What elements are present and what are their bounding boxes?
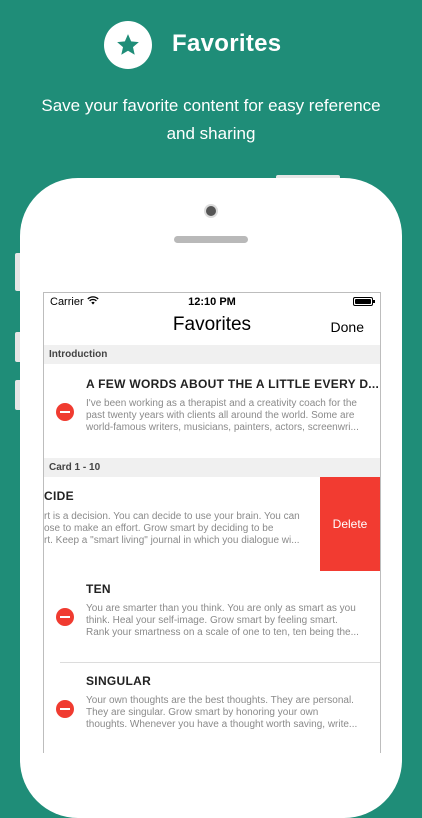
row-body: rt is a decision. You can decide to use … <box>44 511 314 547</box>
row-body-line: thoughts. Whenever you have a thought wo… <box>86 719 358 730</box>
row-body-line: think. Heal your self-image. Grow smart … <box>86 615 338 626</box>
promo-subtitle: Save your favorite content for easy refe… <box>20 92 402 148</box>
row-body-line: past twenty years with clients all aroun… <box>86 410 355 421</box>
row-body: You are smarter than you think. You are … <box>86 603 376 639</box>
row-title: SINGULAR <box>86 674 152 688</box>
status-bar: Carrier 12:10 PM <box>44 293 380 311</box>
row-body-line: I've been working as a therapist and a c… <box>86 398 357 409</box>
row-body-line: They are singular. Grow smart by honorin… <box>86 707 319 718</box>
phone-screen: Carrier 12:10 PM Favorites Done Introduc… <box>43 292 381 753</box>
battery-icon <box>353 297 375 306</box>
row-body-line: Your own thoughts are the best thoughts.… <box>86 695 354 706</box>
row-body: I've been working as a therapist and a c… <box>86 398 376 434</box>
list-item[interactable]: A FEW WORDS ABOUT THE A LITTLE EVERY D..… <box>44 364 380 458</box>
minus-circle-icon[interactable] <box>56 608 74 626</box>
star-badge <box>104 21 152 69</box>
row-body-line: rt. Keep a "smart living" journal in whi… <box>44 535 300 546</box>
row-body-line: Rank your smartness on a scale of one to… <box>86 627 359 638</box>
promo-subtitle-line: and sharing <box>166 124 256 143</box>
camera-icon <box>206 206 216 216</box>
section-header: Card 1 - 10 <box>44 458 380 477</box>
promo-title: Favorites <box>172 30 282 57</box>
minus-circle-icon[interactable] <box>56 403 74 421</box>
list-item-swiped[interactable]: CIDE rt is a decision. You can decide to… <box>44 477 380 571</box>
list-item[interactable]: SINGULAR Your own thoughts are the best … <box>44 663 380 753</box>
promo-header: Favorites Save your favorite content for… <box>0 0 422 170</box>
row-body: Your own thoughts are the best thoughts.… <box>86 695 376 731</box>
row-body-line: ose to make an effort. Grow smart by dec… <box>44 523 274 534</box>
minus-circle-icon[interactable] <box>56 700 74 718</box>
status-time: 12:10 PM <box>188 296 236 308</box>
list-item[interactable]: TEN You are smarter than you think. You … <box>44 571 380 663</box>
row-title: TEN <box>86 582 111 596</box>
navigation-bar: Favorites Done <box>44 311 380 345</box>
speaker-grille <box>174 236 248 243</box>
promo-subtitle-line: Save your favorite content for easy refe… <box>41 96 381 115</box>
row-body-line: world-famous writers, musicians, painter… <box>86 422 359 433</box>
star-icon <box>117 34 139 55</box>
row-body-line: You are smarter than you think. You are … <box>86 603 356 614</box>
row-body-line: rt is a decision. You can decide to use … <box>44 511 300 522</box>
row-title: CIDE <box>44 489 74 503</box>
delete-button[interactable]: Delete <box>320 477 380 571</box>
done-button[interactable]: Done <box>331 319 364 335</box>
row-title: A FEW WORDS ABOUT THE A LITTLE EVERY D..… <box>86 377 380 391</box>
section-header: Introduction <box>44 345 380 364</box>
